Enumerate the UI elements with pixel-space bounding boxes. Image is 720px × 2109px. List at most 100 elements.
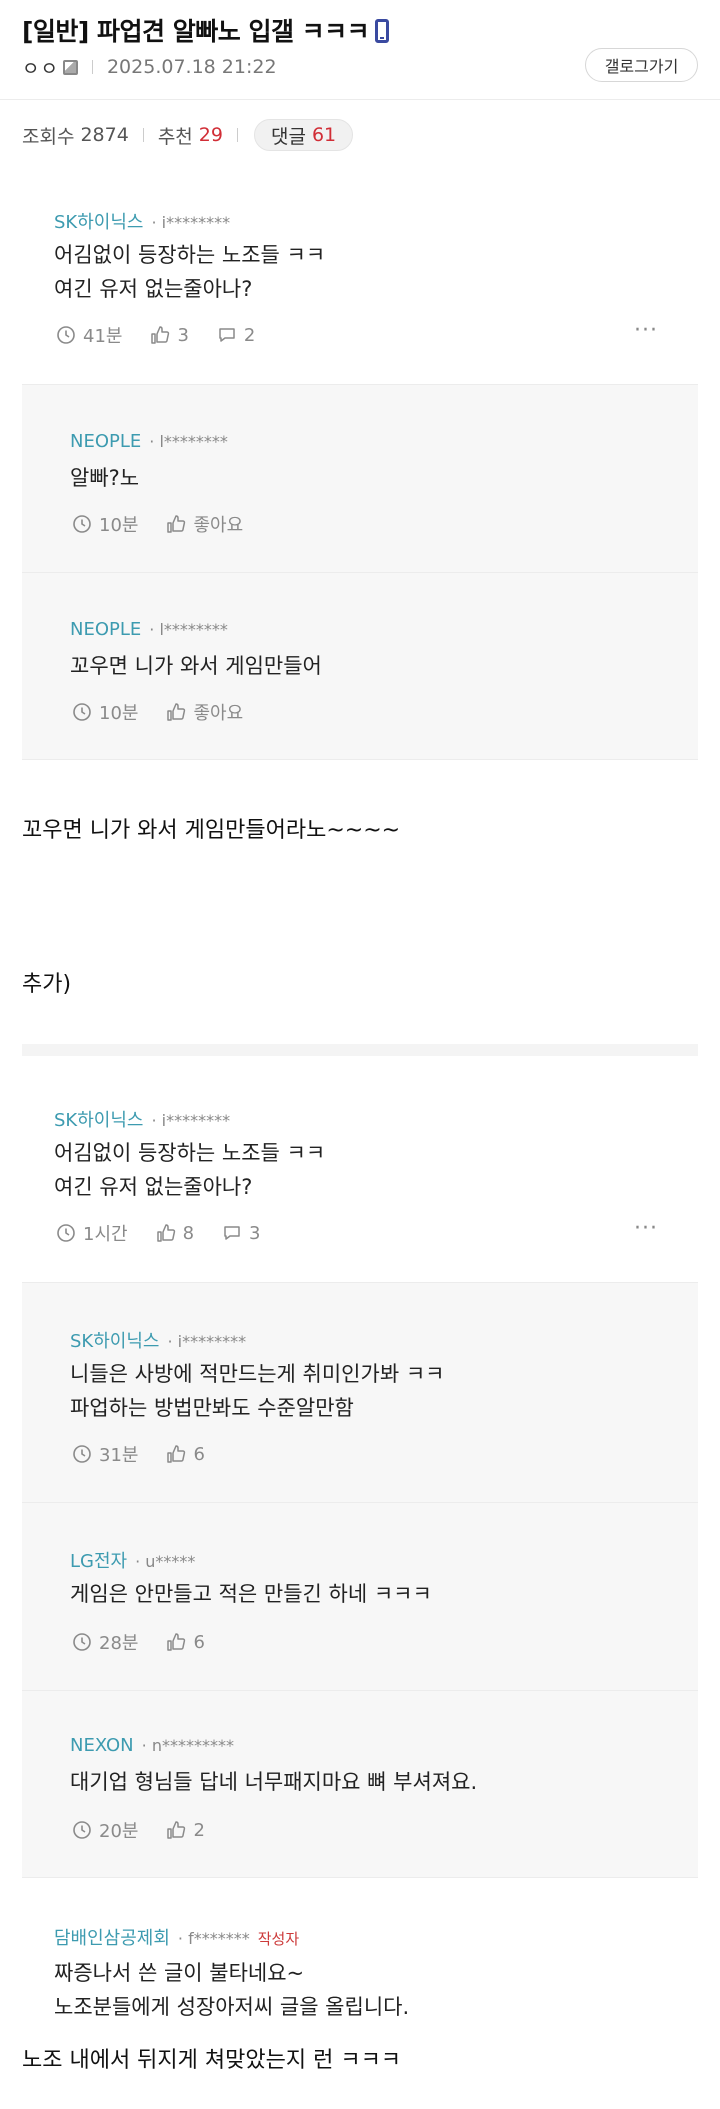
thumbs-up-icon xyxy=(167,515,186,533)
post-title-text: [일반] 파업견 알빠노 입갤 ㅋㅋㅋ xyxy=(22,17,370,46)
speech-bubble-icon xyxy=(219,328,235,342)
comment-text-line: 여긴 유저 없는줄아나? xyxy=(54,277,253,301)
comment-author[interactable]: SK하이닉스 xyxy=(70,1331,159,1352)
like-button[interactable]: 6 xyxy=(166,1443,205,1465)
clock-icon xyxy=(57,1224,75,1242)
comment-author[interactable]: SK하이닉스 xyxy=(54,1110,143,1131)
like-button[interactable]: 좋아요 xyxy=(166,699,243,725)
post-body-text: 노조 내에서 뒤지게 쳐맞았는지 런 ㅋㅋㅋ xyxy=(22,2048,402,2073)
comment-author[interactable]: 담배인삼공제회 xyxy=(54,1928,170,1949)
comment-text: 대기업 형님들 답네 너무패지마요 뼈 부셔져요. xyxy=(70,1770,478,1794)
thumbs-up-icon xyxy=(167,1633,186,1651)
mobile-icon xyxy=(375,19,390,43)
comment-text: 어김없이 등장하는 노조들 ㅋㅋ 여긴 유저 없는줄아나? xyxy=(54,238,325,306)
comment-footer: 1시간 8 3 xyxy=(56,1220,288,1246)
like-count: 8 xyxy=(182,1222,195,1244)
comment-user-id: · i******** xyxy=(151,213,231,232)
more-options-button[interactable]: ··· xyxy=(634,318,658,343)
comment-text-line: 여긴 유저 없는줄아나? xyxy=(54,1175,253,1199)
comment-time-text: 1시간 xyxy=(83,1224,128,1245)
comment-time-text: 31분 xyxy=(99,1445,139,1466)
clock-icon xyxy=(73,515,91,533)
clock-icon xyxy=(73,1445,91,1463)
divider xyxy=(236,128,238,142)
like-button[interactable]: 좋아요 xyxy=(166,511,243,537)
comment-footer: 41분 3 2 xyxy=(56,322,283,348)
post-title: [일반] 파업견 알빠노 입갤 ㅋㅋㅋ xyxy=(22,12,390,48)
comment-user-id: · i******** xyxy=(167,1332,247,1351)
comment-text: 알빠?노 xyxy=(70,466,140,490)
reply-item: LG전자 · u***** 게임은 안만들고 적은 만들긴 하네 ㅋㅋㅋ 28분 … xyxy=(22,1502,698,1690)
reply-item: NEOPLE · l******** 알빠?노 10분 좋아요 xyxy=(22,384,698,572)
clock-icon xyxy=(57,326,75,344)
reply-item: SK하이닉스 · i******** 니들은 사방에 적만드는게 취미인가봐 ㅋㅋ… xyxy=(22,1282,698,1502)
comment-author[interactable]: SK하이닉스 xyxy=(54,212,143,233)
post-body-text: 추가) xyxy=(22,972,72,997)
gallog-button[interactable]: 갤로그가기 xyxy=(585,48,698,82)
comment-header: 담배인삼공제회 · f******* 작성자 xyxy=(54,1924,299,1950)
comment-author[interactable]: NEOPLE xyxy=(70,431,141,452)
comment-user-id: · f******* xyxy=(177,1929,250,1948)
like-button[interactable]: 2 xyxy=(166,1819,205,1841)
post-body-text: 꼬우면 니가 와서 게임만들어라노~~~~ xyxy=(22,818,401,843)
comment-header: LG전자 · u***** xyxy=(70,1547,195,1573)
comment-author[interactable]: NEXON xyxy=(70,1735,134,1756)
thumbs-up-icon xyxy=(151,326,170,344)
comment-header: NEOPLE · l******** xyxy=(70,431,228,452)
comment-text: 꼬우면 니가 와서 게임만들어 xyxy=(70,654,322,678)
like-button[interactable]: 3 xyxy=(150,324,189,346)
thumbs-up-icon xyxy=(167,703,186,721)
like-count: 3 xyxy=(177,324,189,346)
comment-author[interactable]: LG전자 xyxy=(70,1551,127,1572)
comment-time-text: 20분 xyxy=(99,1821,139,1842)
post-stats: 조회수 2874 추천 29 댓글 61 xyxy=(22,119,354,151)
comment-text: 니들은 사방에 적만드는게 취미인가봐 ㅋㅋ 파업하는 방법만봐도 수준알만함 xyxy=(70,1357,444,1425)
comment-header: SK하이닉스 · i******** xyxy=(54,208,230,234)
comment-item: SK하이닉스 · i******** 어김없이 등장하는 노조들 ㅋㅋ 여긴 유저… xyxy=(22,1086,698,1282)
comments-count: 61 xyxy=(311,124,337,146)
clock-icon xyxy=(73,1821,91,1839)
comment-count-button[interactable]: 댓글 61 xyxy=(253,119,354,151)
comment-time: 31분 xyxy=(72,1441,138,1467)
comment-text-line: 짜증나서 쓴 글이 불타네요~ xyxy=(54,1961,305,1985)
comment-text: 어김없이 등장하는 노조들 ㅋㅋ 여긴 유저 없는줄아나? xyxy=(54,1136,325,1204)
comment-time: 41분 xyxy=(56,322,122,348)
comment-time: 1시간 xyxy=(56,1220,128,1246)
comment-author[interactable]: NEOPLE xyxy=(70,619,141,640)
comment-text: 짜증나서 쓴 글이 불타네요~ 노조분들에게 성장아저씨 글을 올립니다. xyxy=(54,1956,409,2024)
comment-time-text: 10분 xyxy=(99,703,139,724)
like-count: 2 xyxy=(193,1819,205,1841)
views-count: 2874 xyxy=(80,124,129,146)
comment-text: 게임은 안만들고 적은 만들긴 하네 ㅋㅋㅋ xyxy=(70,1582,432,1606)
reply-item: NEOPLE · l******** 꼬우면 니가 와서 게임만들어 10분 좋아… xyxy=(22,572,698,760)
divider xyxy=(142,128,144,142)
comment-user-id: · l******** xyxy=(149,620,228,639)
comment-time-text: 28분 xyxy=(99,1633,139,1654)
comment-time: 10분 xyxy=(72,699,138,725)
comment-time: 10분 xyxy=(72,511,138,537)
post-author[interactable]: ㅇㅇ xyxy=(22,54,59,81)
comment-time-text: 10분 xyxy=(99,515,139,536)
more-options-button[interactable]: ··· xyxy=(634,1216,658,1241)
post-header: [일반] 파업견 알빠노 입갤 ㅋㅋㅋ ㅇㅇ 2025.07.18 21:22 … xyxy=(0,0,720,100)
comment-footer: 20분 2 xyxy=(72,1817,233,1843)
comment-header: NEXON · n********* xyxy=(70,1735,234,1756)
thumbs-up-icon xyxy=(167,1445,186,1463)
comment-text-line: 노조분들에게 성장아저씨 글을 올립니다. xyxy=(54,1995,410,2019)
comment-footer: 10분 좋아요 xyxy=(72,699,271,725)
like-count: 6 xyxy=(193,1443,205,1465)
thumbs-up-icon xyxy=(156,1224,175,1242)
like-button[interactable]: 6 xyxy=(166,1632,205,1653)
comment-header: SK하이닉스 · i******** xyxy=(54,1106,230,1132)
thumbs-up-icon xyxy=(167,1821,186,1839)
comment-footer: 31분 6 xyxy=(72,1441,233,1467)
reply-button[interactable]: 2 xyxy=(217,325,255,346)
reply-button[interactable]: 3 xyxy=(222,1223,260,1244)
clock-icon xyxy=(73,703,91,721)
post-meta: ㅇㅇ 2025.07.18 21:22 xyxy=(22,54,277,80)
recommend-label: 추천 xyxy=(157,125,193,148)
screenshot-divider xyxy=(22,1044,698,1056)
comment-user-id: · u***** xyxy=(135,1552,196,1571)
like-count: 좋아요 xyxy=(193,703,244,724)
like-button[interactable]: 8 xyxy=(156,1223,194,1244)
